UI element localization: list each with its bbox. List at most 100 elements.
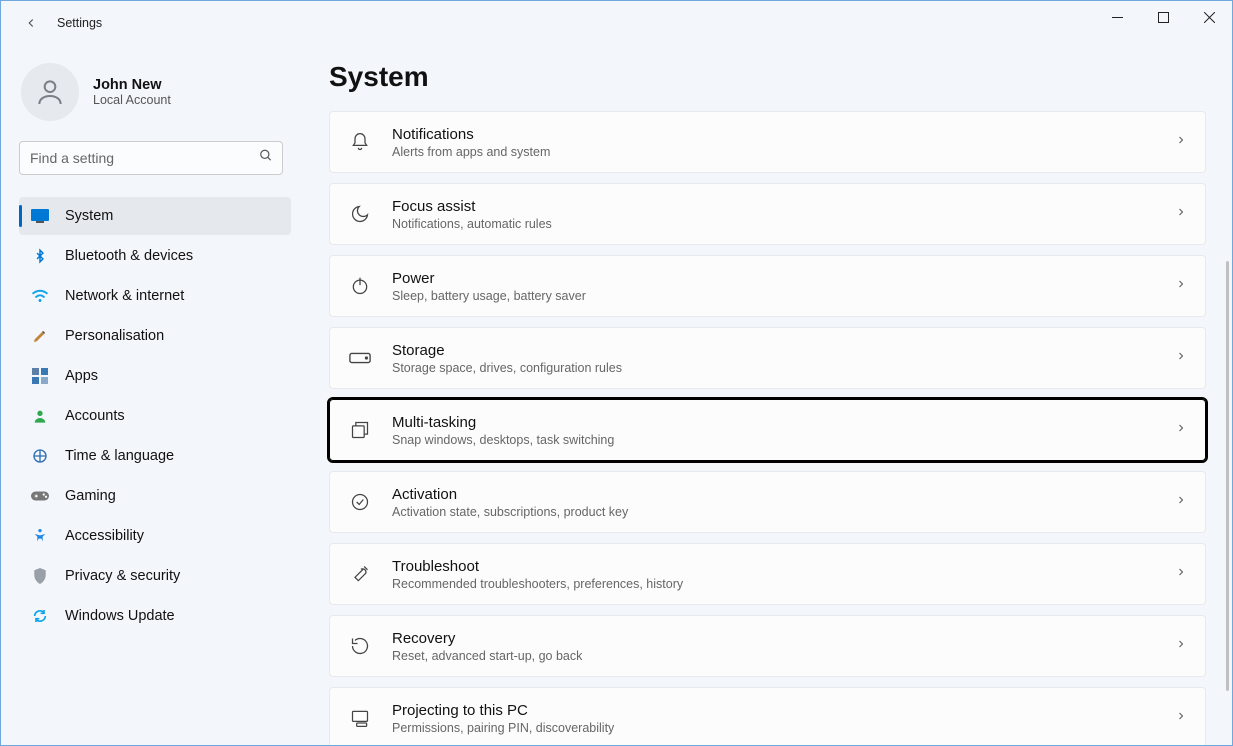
back-button[interactable] [15, 7, 47, 39]
card-recovery[interactable]: Recovery Reset, advanced start-up, go ba… [329, 615, 1206, 677]
card-title: Focus assist [392, 198, 1155, 215]
card-title: Recovery [392, 630, 1155, 647]
maximize-icon [1158, 12, 1169, 23]
card-power[interactable]: Power Sleep, battery usage, battery save… [329, 255, 1206, 317]
shield-icon [31, 567, 49, 585]
card-sub: Notifications, automatic rules [392, 217, 1155, 231]
apps-icon [31, 367, 49, 385]
main-content: System Notifications Alerts from apps an… [301, 45, 1232, 745]
card-multitasking[interactable]: Multi-tasking Snap windows, desktops, ta… [329, 399, 1206, 461]
search-box [19, 141, 283, 175]
card-focus-assist[interactable]: Focus assist Notifications, automatic ru… [329, 183, 1206, 245]
card-sub: Sleep, battery usage, battery saver [392, 289, 1155, 303]
chevron-right-icon [1175, 565, 1187, 583]
maximize-button[interactable] [1140, 1, 1186, 33]
card-sub: Reset, advanced start-up, go back [392, 649, 1155, 663]
title-bar: Settings [1, 1, 1232, 45]
chevron-right-icon [1175, 637, 1187, 655]
nav-label: Windows Update [65, 608, 175, 624]
card-title: Power [392, 270, 1155, 287]
nav-system[interactable]: System [19, 197, 291, 235]
nav-label: Accounts [65, 408, 125, 424]
nav-bluetooth[interactable]: Bluetooth & devices [19, 237, 291, 275]
card-storage[interactable]: Storage Storage space, drives, configura… [329, 327, 1206, 389]
update-icon [31, 607, 49, 625]
card-title: Activation [392, 486, 1155, 503]
nav-network[interactable]: Network & internet [19, 277, 291, 315]
nav-accounts[interactable]: Accounts [19, 397, 291, 435]
arrow-left-icon [24, 16, 38, 30]
user-name: John New [93, 77, 171, 93]
card-sub: Alerts from apps and system [392, 145, 1155, 159]
minimize-button[interactable] [1094, 1, 1140, 33]
globe-clock-icon [31, 447, 49, 465]
wrench-icon [348, 562, 372, 586]
nav-label: Gaming [65, 488, 116, 504]
nav-label: Apps [65, 368, 98, 384]
check-circle-icon [348, 490, 372, 514]
card-sub: Recommended troubleshooters, preferences… [392, 577, 1155, 591]
chevron-right-icon [1175, 493, 1187, 511]
nav-label: Personalisation [65, 328, 164, 344]
nav-label: Bluetooth & devices [65, 248, 193, 264]
account-icon [31, 407, 49, 425]
person-icon [34, 76, 66, 108]
nav-privacy[interactable]: Privacy & security [19, 557, 291, 595]
nav-label: Accessibility [65, 528, 144, 544]
chevron-right-icon [1175, 277, 1187, 295]
app-title: Settings [57, 16, 102, 30]
nav-time-language[interactable]: Time & language [19, 437, 291, 475]
search-icon [259, 149, 273, 168]
card-sub: Storage space, drives, configuration rul… [392, 361, 1155, 375]
scrollbar[interactable] [1226, 261, 1229, 691]
multitasking-icon [348, 418, 372, 442]
close-icon [1204, 12, 1215, 23]
card-title: Multi-tasking [392, 414, 1155, 431]
card-title: Notifications [392, 126, 1155, 143]
card-activation[interactable]: Activation Activation state, subscriptio… [329, 471, 1206, 533]
chevron-right-icon [1175, 133, 1187, 151]
bell-icon [348, 130, 372, 154]
nav-accessibility[interactable]: Accessibility [19, 517, 291, 555]
card-notifications[interactable]: Notifications Alerts from apps and syste… [329, 111, 1206, 173]
projecting-icon [348, 706, 372, 730]
chevron-right-icon [1175, 421, 1187, 439]
card-title: Storage [392, 342, 1155, 359]
card-title: Troubleshoot [392, 558, 1155, 575]
nav-label: Time & language [65, 448, 174, 464]
nav-gaming[interactable]: Gaming [19, 477, 291, 515]
card-projecting[interactable]: Projecting to this PC Permissions, pairi… [329, 687, 1206, 745]
bluetooth-icon [31, 247, 49, 265]
nav-label: Network & internet [65, 288, 184, 304]
moon-icon [348, 202, 372, 226]
chevron-right-icon [1175, 709, 1187, 727]
display-icon [31, 207, 49, 225]
chevron-right-icon [1175, 349, 1187, 367]
nav-label: System [65, 208, 113, 224]
nav-personalisation[interactable]: Personalisation [19, 317, 291, 355]
paintbrush-icon [31, 327, 49, 345]
card-sub: Activation state, subscriptions, product… [392, 505, 1155, 519]
user-subtitle: Local Account [93, 93, 171, 107]
card-sub: Snap windows, desktops, task switching [392, 433, 1155, 447]
card-troubleshoot[interactable]: Troubleshoot Recommended troubleshooters… [329, 543, 1206, 605]
storage-icon [348, 346, 372, 370]
gaming-icon [31, 487, 49, 505]
accessibility-icon [31, 527, 49, 545]
user-block[interactable]: John New Local Account [1, 55, 301, 141]
sidebar: John New Local Account System Bluetooth … [1, 45, 301, 745]
power-icon [348, 274, 372, 298]
card-sub: Permissions, pairing PIN, discoverabilit… [392, 721, 1155, 735]
search-input[interactable] [19, 141, 283, 175]
card-title: Projecting to this PC [392, 702, 1155, 719]
page-title: System [329, 61, 1206, 93]
recovery-icon [348, 634, 372, 658]
minimize-icon [1112, 12, 1123, 23]
nav-apps[interactable]: Apps [19, 357, 291, 395]
close-button[interactable] [1186, 1, 1232, 33]
nav-windows-update[interactable]: Windows Update [19, 597, 291, 635]
avatar [21, 63, 79, 121]
wifi-icon [31, 287, 49, 305]
chevron-right-icon [1175, 205, 1187, 223]
nav-label: Privacy & security [65, 568, 180, 584]
